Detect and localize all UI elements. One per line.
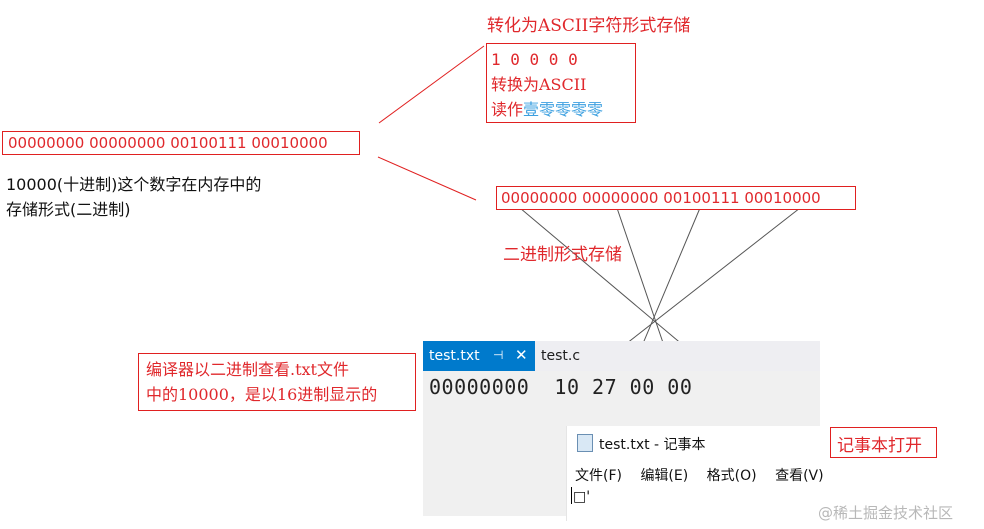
text-caret bbox=[571, 487, 572, 504]
memory-binary-box: 00000000 00000000 00100111 00010000 bbox=[2, 131, 360, 155]
notepad-content-text: □' bbox=[573, 489, 591, 505]
notepad-content[interactable]: □' bbox=[571, 487, 590, 505]
memory-binary-text: 00000000 00000000 00100111 00010000 bbox=[8, 134, 328, 152]
ascii-digits: 1 0 0 0 0 bbox=[491, 50, 578, 69]
hex-row: 00000000 10 27 00 00 bbox=[429, 375, 693, 399]
tab-test-txt[interactable]: test.txt ⊣ ✕ bbox=[423, 341, 535, 371]
notepad-label-box: 记事本打开 bbox=[830, 427, 937, 458]
notepad-title-bar: test.txt - 记事本 bbox=[577, 434, 706, 454]
pin-icon[interactable]: ⊣ bbox=[493, 348, 503, 362]
ascii-read-prefix: 读作 bbox=[491, 100, 524, 119]
ascii-convert-text: 转换为ASCII bbox=[491, 75, 587, 94]
notepad-icon bbox=[577, 434, 593, 452]
binary-storage-box: 00000000 00000000 00100111 00010000 bbox=[496, 186, 856, 210]
notepad-menu-bar: 文件(F) 编辑(E) 格式(O) 查看(V) bbox=[575, 465, 838, 485]
compiler-note-line1: 编译器以二进制查看.txt文件 bbox=[146, 360, 349, 379]
menu-file[interactable]: 文件(F) bbox=[575, 468, 622, 484]
memory-caption: 10000(十进制)这个数字在内存中的 存储形式(二进制) bbox=[6, 172, 261, 222]
ide-tab-bar: test.txt ⊣ ✕ test.c bbox=[423, 341, 820, 371]
tab-test-txt-label: test.txt bbox=[429, 348, 480, 364]
tab-test-c[interactable]: test.c bbox=[541, 348, 580, 364]
binary-storage-label: 二进制形式存储 bbox=[503, 245, 622, 265]
ascii-read-highlight: 壹零零零零 bbox=[523, 100, 604, 119]
notepad-title: test.txt - 记事本 bbox=[599, 437, 706, 453]
binary-storage-text: 00000000 00000000 00100111 00010000 bbox=[501, 189, 821, 207]
notepad-label: 记事本打开 bbox=[837, 436, 922, 456]
memory-caption-line1: 10000(十进制)这个数字在内存中的 bbox=[6, 175, 262, 194]
menu-format[interactable]: 格式(O) bbox=[707, 468, 757, 484]
connector-to-binary bbox=[377, 156, 477, 201]
notepad-window: test.txt - 记事本 文件(F) 编辑(E) 格式(O) 查看(V) □… bbox=[566, 426, 824, 521]
connector-to-ascii bbox=[378, 45, 485, 124]
ascii-box: 1 0 0 0 0 转换为ASCII 读作壹零零零零 bbox=[486, 43, 636, 123]
ascii-storage-label: 转化为ASCII字符形式存储 bbox=[487, 16, 691, 36]
compiler-note-line2: 中的10000，是以16进制显示的 bbox=[146, 385, 378, 404]
ascii-read-as: 读作壹零零零零 bbox=[491, 97, 635, 122]
watermark: @稀土掘金技术社区 bbox=[818, 504, 954, 522]
memory-caption-line2: 存储形式(二进制) bbox=[6, 200, 131, 219]
compiler-note-box: 编译器以二进制查看.txt文件 中的10000，是以16进制显示的 bbox=[138, 353, 416, 411]
menu-view[interactable]: 查看(V) bbox=[775, 468, 824, 484]
menu-edit[interactable]: 编辑(E) bbox=[640, 468, 688, 484]
close-icon[interactable]: ✕ bbox=[515, 346, 528, 364]
